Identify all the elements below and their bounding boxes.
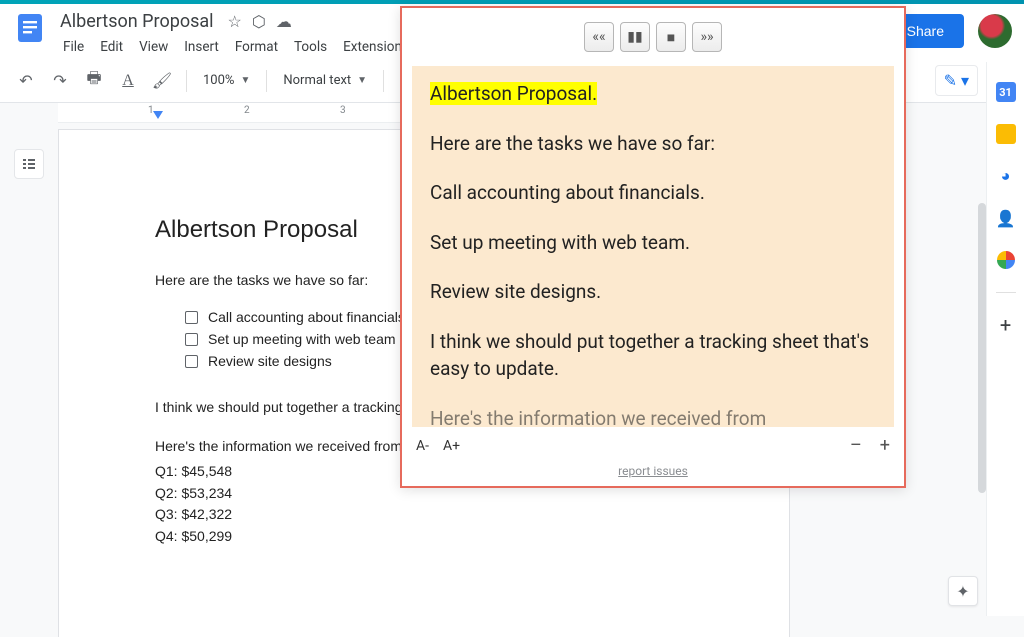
menu-bar: File Edit View Insert Format Tools Exten… (56, 35, 460, 59)
tasks-icon[interactable]: ◕ (996, 166, 1016, 186)
contacts-icon[interactable]: 👤 (996, 208, 1016, 228)
quarter-line: Q4: $50,299 (155, 526, 693, 548)
undo-icon[interactable]: ↶ (12, 67, 40, 95)
cloud-status-icon[interactable]: ☁ (276, 12, 292, 31)
reader-line: Call accounting about financials. (430, 179, 876, 207)
reader-line: Review site designs. (430, 278, 876, 306)
font-decrease-button[interactable]: A- (416, 438, 429, 454)
paint-format-icon[interactable]: 🖌 (148, 67, 176, 95)
quarter-line: Q3: $42,322 (155, 504, 693, 526)
add-addon-icon[interactable]: + (996, 315, 1016, 335)
pause-button[interactable]: ▮▮ (620, 22, 650, 52)
menu-view[interactable]: View (132, 35, 175, 59)
menu-format[interactable]: Format (228, 35, 285, 59)
pencil-icon: ✎ (944, 71, 957, 90)
screen-reader-overlay: «« ▮▮ ■ »» Albertson Proposal. Here are … (400, 6, 906, 488)
forward-button[interactable]: »» (692, 22, 722, 52)
checkbox-icon[interactable] (185, 311, 198, 324)
reader-line: Here's the information we received from (430, 405, 876, 427)
rewind-button[interactable]: «« (584, 22, 614, 52)
zoom-out-button[interactable]: – (850, 435, 862, 456)
ruler-tick: 2 (244, 105, 250, 116)
menu-file[interactable]: File (56, 35, 91, 59)
zoom-select[interactable]: 100%▼ (197, 69, 256, 92)
font-increase-button[interactable]: A+ (443, 438, 460, 454)
account-avatar[interactable] (978, 14, 1012, 48)
keep-icon[interactable] (996, 124, 1016, 144)
explore-button[interactable]: ✦ (948, 576, 978, 606)
ruler-tick: 3 (340, 105, 346, 116)
menu-edit[interactable]: Edit (93, 35, 130, 59)
reader-current-line: Albertson Proposal. (430, 82, 597, 105)
google-side-panel: 31 ◕ 👤 + (986, 62, 1024, 616)
reader-controls: «« ▮▮ ■ »» (402, 8, 904, 66)
zoom-in-button[interactable]: + (880, 435, 890, 456)
reader-footer: A- A+ – + (402, 427, 904, 464)
document-title[interactable]: Albertson Proposal (56, 10, 218, 33)
star-icon[interactable]: ☆ (228, 12, 242, 31)
move-icon[interactable]: ⬡ (252, 12, 266, 31)
indent-marker-icon[interactable] (153, 111, 163, 119)
print-icon[interactable]: 🖶 (80, 67, 108, 95)
checkbox-icon[interactable] (185, 355, 198, 368)
docs-logo-icon[interactable] (12, 10, 48, 46)
vertical-scrollbar[interactable] (978, 203, 986, 493)
redo-icon[interactable]: ↷ (46, 67, 74, 95)
checkbox-icon[interactable] (185, 333, 198, 346)
document-outline-button[interactable] (14, 149, 44, 179)
reader-text-area[interactable]: Albertson Proposal. Here are the tasks w… (412, 66, 894, 427)
menu-insert[interactable]: Insert (177, 35, 226, 59)
calendar-icon[interactable]: 31 (996, 82, 1016, 102)
report-issues-link[interactable]: report issues (402, 464, 904, 486)
menu-tools[interactable]: Tools (287, 35, 334, 59)
reader-line: Here are the tasks we have so far: (430, 130, 876, 158)
reader-line: I think we should put together a trackin… (430, 328, 876, 383)
side-panel-separator (996, 292, 1016, 293)
editing-mode-button[interactable]: ✎▾ (935, 65, 978, 96)
paragraph-style-select[interactable]: Normal text▼ (277, 69, 373, 92)
maps-icon[interactable] (996, 250, 1016, 270)
reader-line: Set up meeting with web team. (430, 229, 876, 257)
spellcheck-icon[interactable]: A (114, 67, 142, 95)
stop-button[interactable]: ■ (656, 22, 686, 52)
